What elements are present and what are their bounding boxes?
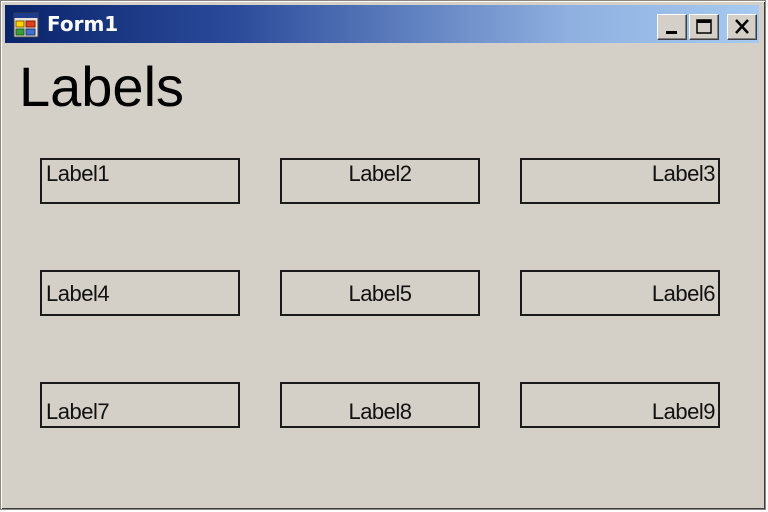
label-6: Label6 (520, 270, 720, 316)
close-button[interactable] (727, 14, 757, 40)
minimize-icon (666, 31, 677, 34)
application-form-icon[interactable] (13, 12, 39, 38)
label-9-text: Label9 (651, 399, 716, 424)
form-window: Form1 Labels Label1 Label2 Label3 Label4… (0, 0, 766, 510)
label-4-text: Label4 (46, 281, 110, 306)
maximize-icon (696, 19, 712, 34)
label-7: Label7 (40, 382, 240, 428)
maximize-button[interactable] (689, 14, 719, 40)
label-3-text: Label3 (651, 161, 716, 186)
label-1-text: Label1 (46, 161, 110, 186)
page-heading: Labels (19, 55, 185, 118)
label-8: Label8 (280, 382, 480, 428)
label-7-text: Label7 (46, 399, 110, 424)
minimize-button[interactable] (657, 14, 687, 40)
label-3: Label3 (520, 158, 720, 204)
label-9: Label9 (520, 382, 720, 428)
label-5: Label5 (280, 270, 480, 316)
label-5-text: Label5 (348, 281, 412, 306)
label-6-text: Label6 (651, 281, 716, 306)
label-8-text: Label8 (348, 399, 412, 424)
label-1: Label1 (40, 158, 240, 204)
close-icon (735, 19, 749, 34)
label-2: Label2 (280, 158, 480, 204)
label-4: Label4 (40, 270, 240, 316)
title-bar[interactable]: Form1 (5, 5, 759, 43)
label-2-text: Label2 (348, 161, 412, 186)
window-title: Form1 (47, 12, 119, 36)
